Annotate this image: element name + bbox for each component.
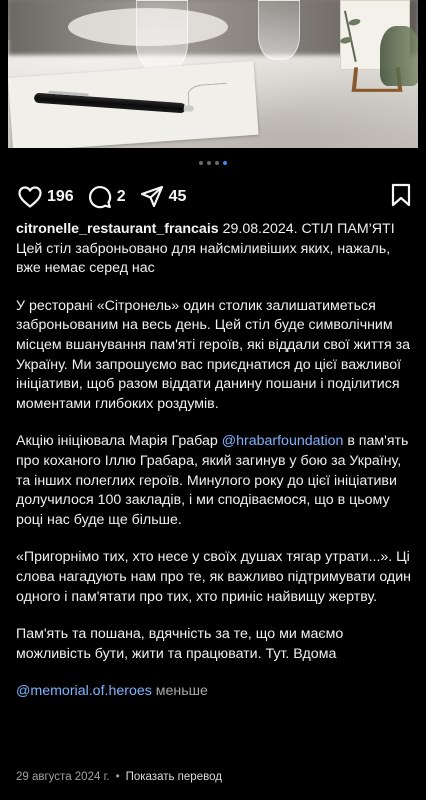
- author-username[interactable]: citronelle_restaurant_francais: [16, 221, 219, 237]
- caption-title: СТІЛ ПАМ’ЯТІ: [301, 221, 395, 237]
- show-translation-link[interactable]: Показать перевод: [126, 771, 222, 783]
- comment-count[interactable]: 2: [117, 188, 126, 206]
- like-button[interactable]: 196: [18, 186, 74, 208]
- comment-button[interactable]: 2: [88, 185, 126, 209]
- caption-paragraph-2: Акцію ініціювала Марія Грабар @hrabarfou…: [16, 432, 414, 530]
- photo-wine-glass: [258, 0, 300, 60]
- caption-lead: Цей стіл заброньовано для найсміливіших …: [16, 240, 391, 277]
- caption-date: 29.08.2024.: [222, 221, 298, 237]
- paragraph-2-text-start: Акцію ініціювала Марія Грабар: [16, 433, 222, 450]
- post-photo[interactable]: [8, 0, 418, 148]
- save-button[interactable]: [390, 183, 412, 212]
- post-date: 29 августа 2024 г.: [16, 771, 110, 783]
- post-action-bar: 196 2 45: [18, 183, 412, 212]
- pager-dot: [199, 161, 203, 165]
- caption-paragraph-1: У ресторані «Сітронель» один столик зали…: [16, 297, 411, 412]
- mention-hrabarfoundation[interactable]: @hrabarfoundation: [222, 433, 344, 449]
- caption-header: citronelle_restaurant_francais 29.08.202…: [16, 220, 414, 279]
- pager-dot: [215, 161, 219, 165]
- bookmark-icon: [390, 183, 412, 211]
- post-caption: citronelle_restaurant_francais 29.08.202…: [16, 220, 414, 702]
- meta-separator: •: [115, 771, 120, 783]
- show-less-link[interactable]: меньше: [152, 683, 208, 699]
- mention-memorial-of-heroes[interactable]: @memorial.of.heroes: [16, 683, 152, 699]
- like-count[interactable]: 196: [47, 188, 74, 206]
- carousel-pager: [0, 161, 426, 165]
- post-meta: 29 августа 2024 г. • Показать перевод: [16, 771, 222, 783]
- photo-leaf-drawing: [186, 82, 229, 110]
- photo-vase: [380, 26, 418, 86]
- heart-icon: [18, 186, 42, 208]
- paper-plane-icon: [140, 185, 164, 209]
- photo-wine-glass: [136, 0, 188, 72]
- share-button[interactable]: 45: [140, 185, 187, 209]
- share-count[interactable]: 45: [169, 188, 187, 206]
- pager-dot: [207, 161, 211, 165]
- pager-dot-active: [223, 161, 227, 165]
- caption-paragraph-3: «Пригорнімо тих, хто несе у своїх душах …: [16, 549, 411, 605]
- caption-paragraph-4: Пам'ять та пошана, вдячність за те, що м…: [16, 626, 344, 662]
- caption-footer: @memorial.of.heroes меньше: [16, 682, 414, 702]
- comment-bubble-icon: [88, 185, 112, 209]
